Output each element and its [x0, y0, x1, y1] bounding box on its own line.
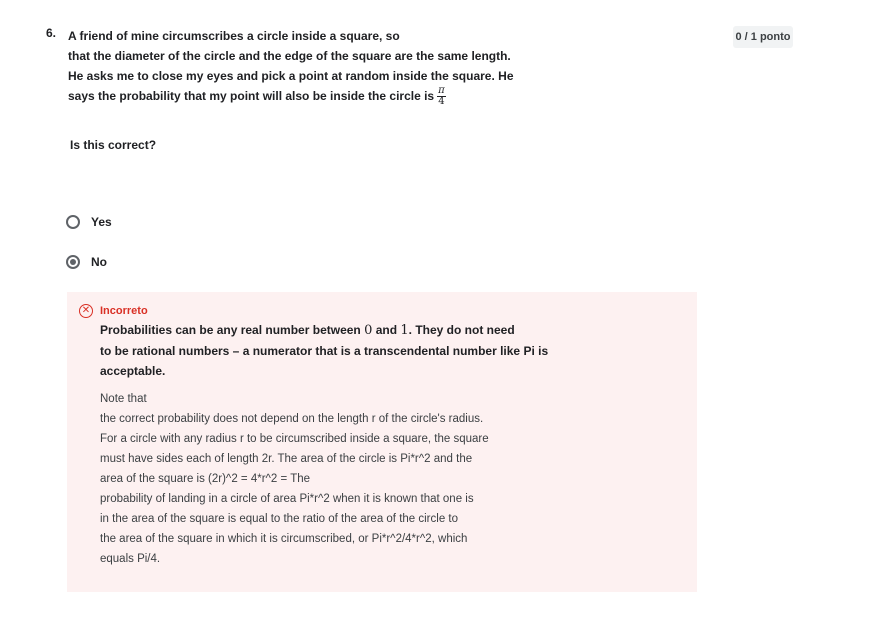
radio-yes[interactable]: [66, 215, 80, 229]
note-line: Note that: [100, 393, 147, 405]
question-text: A friend of mine circumscribes a circle …: [68, 26, 538, 107]
note-line: probability of landing in a circle of ar…: [100, 493, 474, 505]
x-circle-icon: ✕: [79, 304, 93, 318]
feedback-status: Incorreto: [100, 305, 148, 317]
note-line: equals Pi/4.: [100, 553, 161, 565]
option-no[interactable]: No: [66, 253, 107, 271]
math-one: 1: [400, 323, 409, 338]
radio-no-selected[interactable]: [66, 255, 80, 269]
feedback-explanation: Probabilities can be any real number bet…: [100, 320, 570, 381]
note-line: For a circle with any radius r to be cir…: [100, 433, 489, 445]
feedback-panel: ✕ Incorreto Probabilities can be any rea…: [67, 292, 697, 592]
question-line: A friend of mine circumscribes a circle …: [68, 29, 400, 43]
subquestion-text: Is this correct?: [70, 138, 157, 152]
feedback-line: Probabilities can be any real number bet…: [100, 320, 570, 341]
feedback-text: and: [372, 323, 401, 337]
question-line: that the diameter of the circle and the …: [68, 49, 511, 63]
note-line: in the area of the square is equal to th…: [100, 513, 458, 525]
note-line: the correct probability does not depend …: [100, 413, 484, 425]
question-line: says the probability that my point will …: [68, 86, 538, 107]
feedback-text: . They do not need: [408, 323, 515, 337]
note-line: must have sides each of length 2r. The a…: [100, 453, 473, 465]
feedback-line: to be rational numbers – a numerator tha…: [100, 344, 549, 358]
option-yes[interactable]: Yes: [66, 213, 112, 231]
feedback-text: Probabilities can be any real number bet…: [100, 323, 365, 337]
note-line: area of the square is (2r)^2 = 4*r^2 = T…: [100, 473, 311, 485]
question-line-text: says the probability that my point will …: [68, 89, 435, 103]
points-badge: 0 / 1 ponto: [733, 26, 793, 48]
feedback-note: Note that the correct probability does n…: [100, 389, 540, 569]
question-line: He asks me to close my eyes and pick a p…: [68, 69, 514, 83]
fraction-denominator: 4: [438, 96, 445, 108]
option-no-label: No: [91, 255, 107, 269]
pi-over-4-fraction: π4: [437, 86, 446, 107]
question-number: 6.: [46, 26, 57, 40]
option-yes-label: Yes: [91, 215, 112, 229]
note-line: the area of the square in which it is ci…: [100, 533, 468, 545]
feedback-line: acceptable.: [100, 364, 166, 378]
quiz-page: 6. A friend of mine circumscribes a circ…: [0, 0, 875, 618]
